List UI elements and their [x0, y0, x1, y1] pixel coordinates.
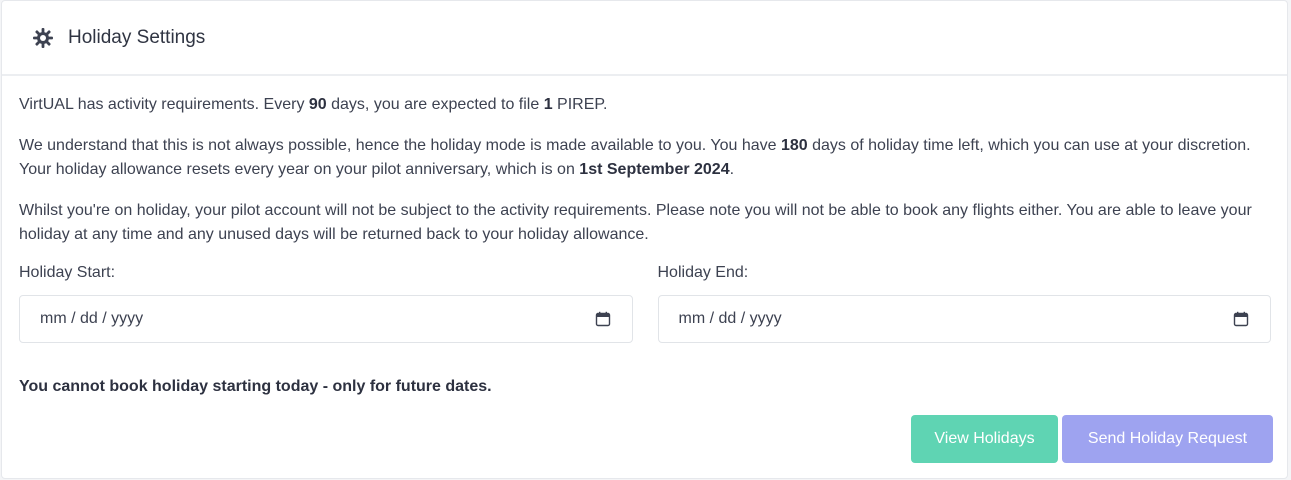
activity-days: 90: [308, 96, 327, 113]
holiday-settings-card: Holiday Settings VirtUAL has activity re…: [1, 0, 1288, 479]
action-buttons: View Holidays Send Holiday Request: [911, 415, 1273, 463]
holiday-end-group: Holiday End: mm / dd / yyyy: [657, 263, 1271, 343]
calendar-icon[interactable]: [1233, 311, 1249, 327]
holiday-start-label: Holiday Start:: [19, 263, 116, 281]
holiday-end-input[interactable]: mm / dd / yyyy: [657, 294, 1271, 343]
card-title: Holiday Settings: [68, 26, 206, 48]
activity-requirements-text: VirtUAL has activity requirements. Every…: [19, 96, 608, 113]
gear-icon: [32, 27, 54, 49]
card-body: VirtUAL has activity requirements. Every…: [2, 93, 1287, 396]
holiday-notice-text: Whilst you're on holiday, your pilot acc…: [19, 201, 1252, 244]
holiday-date-form: Holiday Start: mm / dd / yyyy Holiday En…: [19, 263, 1271, 343]
holiday-days-left: 180: [780, 136, 808, 154]
holiday-start-input[interactable]: mm / dd / yyyy: [19, 294, 633, 343]
holiday-start-placeholder: mm / dd / yyyy: [40, 309, 144, 327]
calendar-icon[interactable]: [595, 311, 611, 327]
pilot-anniversary-date: 1st September 2024: [579, 161, 730, 178]
required-pireps: 1: [543, 96, 553, 113]
holiday-end-placeholder: mm / dd / yyyy: [678, 309, 782, 327]
send-holiday-request-button[interactable]: Send Holiday Request: [1062, 415, 1273, 463]
holiday-end-label: Holiday End:: [657, 263, 749, 281]
card-header: Holiday Settings: [2, 1, 1287, 76]
view-holidays-button[interactable]: View Holidays: [911, 415, 1058, 463]
holiday-start-group: Holiday Start: mm / dd / yyyy: [19, 263, 633, 343]
holiday-allowance-text: We understand that this is not always po…: [19, 136, 1251, 179]
future-dates-warning: You cannot book holiday starting today -…: [19, 377, 492, 395]
